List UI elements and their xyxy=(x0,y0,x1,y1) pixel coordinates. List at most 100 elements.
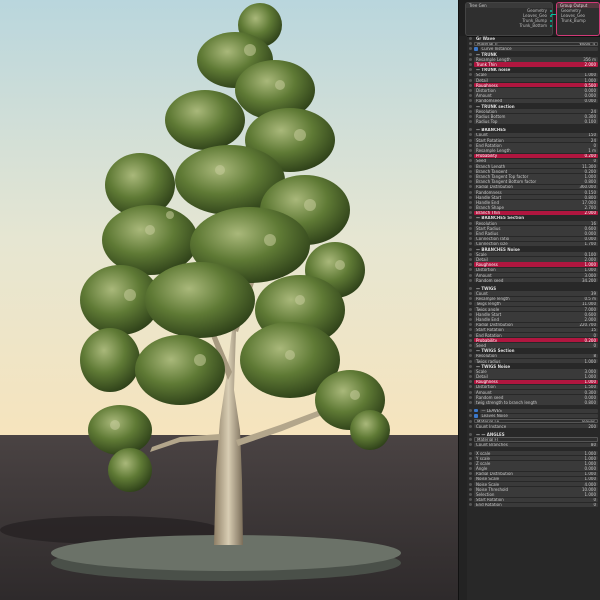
value-slider[interactable]: Start Radius 0.600 xyxy=(474,226,598,231)
checkbox[interactable] xyxy=(474,408,478,413)
value-slider[interactable]: Noise Threshold 10.000 xyxy=(474,487,598,492)
value-slider[interactable]: Amount 0.000 xyxy=(474,93,598,98)
value-slider[interactable]: Probability 0.200 xyxy=(474,338,598,343)
value-slider[interactable]: Count Branches 80 xyxy=(474,442,598,448)
socket-dot-icon xyxy=(469,232,472,236)
value-slider[interactable]: Resample Length 356 m xyxy=(474,57,598,62)
value-slider[interactable]: Twigs angle 7.000 xyxy=(474,306,598,312)
value-slider[interactable]: Scale 1.000 xyxy=(474,72,598,78)
socket-dot-icon xyxy=(469,154,472,158)
value-slider[interactable]: Twigs radius 1.000 xyxy=(474,358,598,364)
value-slider[interactable]: Branch Shape 2.700 xyxy=(474,205,598,210)
property-row[interactable]: End Rotation 0 xyxy=(468,502,600,508)
field-input[interactable]: Material Fl xyxy=(474,437,598,442)
value-slider[interactable]: Roughness 1.000 xyxy=(474,379,598,384)
value-slider[interactable]: X scale 1.000 xyxy=(474,450,598,456)
value-slider[interactable]: Y scale 1.000 xyxy=(474,456,598,461)
value-slider[interactable]: Seed 0 xyxy=(474,343,598,348)
value-slider[interactable]: End Rotation 0 xyxy=(474,502,598,508)
value-slider[interactable]: Branch Thin 2.000 xyxy=(474,210,598,215)
value-slider[interactable]: Connection size 1.700 xyxy=(474,241,598,247)
field-input[interactable]: Material Tr Wood_4 xyxy=(474,41,598,46)
value-slider[interactable]: Radius Top 0.100 xyxy=(474,119,598,124)
value-slider[interactable]: Random seed 34.200 xyxy=(474,278,598,283)
value-slider[interactable]: Radial Distribution 1.000 xyxy=(474,471,598,476)
checkbox[interactable] xyxy=(474,414,478,418)
value-slider[interactable]: Noise Scale 1.000 xyxy=(474,476,598,482)
value-slider[interactable]: Connection ratio 0.000 xyxy=(474,236,598,241)
value-slider[interactable]: Distortion 0.000 xyxy=(474,88,598,93)
value-slider[interactable]: Distortion 1.500 xyxy=(474,384,598,390)
value-slider[interactable]: Leaves Noise xyxy=(479,413,598,419)
property-label: — TRUNK section xyxy=(476,103,515,109)
value-slider[interactable]: Resolution 24 xyxy=(474,109,598,114)
value-slider[interactable]: Handle Start 0.800 xyxy=(474,195,598,200)
value-slider[interactable]: Angle 0.000 xyxy=(474,466,598,471)
value-slider[interactable]: Randomness 0.150 xyxy=(474,189,598,195)
value-slider[interactable]: Resample length 0.5 m xyxy=(474,296,598,301)
value-slider[interactable]: Branch Length 11.300 xyxy=(474,163,598,169)
value-slider[interactable]: Seed 0 xyxy=(474,158,598,164)
value-slider[interactable]: Count Instance 200 xyxy=(474,424,598,429)
panel-tab-strip[interactable] xyxy=(459,36,467,600)
property-value: Wood_4 xyxy=(579,41,595,46)
value-slider[interactable]: Scale 0.100 xyxy=(474,252,598,257)
value-slider[interactable]: Handle Start 0.600 xyxy=(474,312,598,317)
group-output-node[interactable]: Group Output Geometry Leaves_Geo Trunk_B… xyxy=(556,2,600,36)
value-slider[interactable]: Count 39 xyxy=(474,291,598,296)
3d-viewport[interactable] xyxy=(0,0,458,600)
value-slider[interactable]: Distortion 1.000 xyxy=(474,267,598,273)
value-slider[interactable]: Branch Tangent Top factor 1.000 xyxy=(474,174,598,179)
value-slider[interactable]: Curve Instance xyxy=(479,46,598,52)
value-slider[interactable]: End Rotation 0 xyxy=(474,143,598,148)
value-slider[interactable]: Amount 0.300 xyxy=(474,389,598,395)
value-slider[interactable]: Resolution 8 xyxy=(474,353,598,359)
value-slider[interactable]: Resample Length 1 m xyxy=(474,148,598,153)
socket-dot-icon xyxy=(469,174,472,178)
value-slider[interactable]: Selection 1.000 xyxy=(474,492,598,497)
value-slider[interactable]: Noise Scale 4.000 xyxy=(474,481,598,487)
property-value: 0.600 xyxy=(584,226,596,231)
value-slider[interactable]: Randomseed 0.000 xyxy=(474,98,598,104)
property-value: 360.000 xyxy=(579,184,596,190)
checkbox[interactable] xyxy=(474,47,478,51)
property-label: Randomness xyxy=(476,189,502,195)
properties-panel: Tree Gen Geometry Leaves_Geo Trunk_Bump … xyxy=(458,0,600,600)
value-slider[interactable]: Count 150 xyxy=(474,132,598,138)
value-slider[interactable]: Roughness 1.000 xyxy=(474,262,598,267)
value-slider[interactable]: Handle End 17.000 xyxy=(474,200,598,205)
value-slider[interactable]: Branch Tangent Bottom factor 0.800 xyxy=(474,179,598,184)
value-slider[interactable]: Scale 3.000 xyxy=(474,369,598,374)
value-slider[interactable]: Start Rotation 24 xyxy=(474,137,598,143)
value-slider[interactable]: End Radius 0.000 xyxy=(474,231,598,236)
node-socket-row: Trunk_Bump xyxy=(561,18,586,23)
property-label: Count xyxy=(476,291,488,296)
value-slider[interactable]: — LEAVES xyxy=(479,408,598,413)
value-slider[interactable]: Start Rotation 0 xyxy=(474,497,598,502)
value-slider[interactable]: twig strength to branch length 0.800 xyxy=(474,400,598,405)
value-slider[interactable]: End Rotation 0 xyxy=(474,332,598,338)
field-input[interactable]: Material Le leaves xyxy=(474,418,598,424)
value-slider[interactable]: Amount 3.000 xyxy=(474,272,598,278)
value-slider[interactable]: Z scale 1.000 xyxy=(474,461,598,466)
tree-gen-node[interactable]: Tree Gen Geometry Leaves_Geo Trunk_Bump … xyxy=(465,2,553,36)
value-slider[interactable]: Radial Distribution 220.700 xyxy=(474,322,598,327)
value-slider[interactable]: Resolution 16 xyxy=(474,220,598,226)
value-slider[interactable]: Twigs length 11.000 xyxy=(474,301,598,307)
value-slider[interactable]: Trunk Thin 2.000 xyxy=(474,62,598,67)
value-slider[interactable]: Radius Bottom 0.300 xyxy=(474,114,598,119)
value-slider[interactable]: Probability 0.200 xyxy=(474,153,598,158)
property-label: — TWIGS Section xyxy=(476,348,515,353)
node-editor[interactable]: Tree Gen Geometry Leaves_Geo Trunk_Bump … xyxy=(459,0,600,37)
value-slider[interactable]: Detail 1.000 xyxy=(474,374,598,379)
value-slider[interactable]: Radial Distribution 360.000 xyxy=(474,184,598,190)
value-slider[interactable]: Handle End 2.000 xyxy=(474,317,598,322)
value-slider[interactable]: Detail 2.000 xyxy=(474,257,598,262)
socket-dot-icon xyxy=(469,302,472,306)
property-value: 11.300 xyxy=(582,163,596,169)
value-slider[interactable]: Random seed 0.000 xyxy=(474,395,598,400)
value-slider[interactable]: Branch Tangent 0.200 xyxy=(474,169,598,174)
value-slider[interactable]: Start Rotation 15 xyxy=(474,327,598,333)
value-slider[interactable]: Roughness 0.500 xyxy=(474,83,598,88)
value-slider[interactable]: Detail 1.000 xyxy=(474,77,598,83)
